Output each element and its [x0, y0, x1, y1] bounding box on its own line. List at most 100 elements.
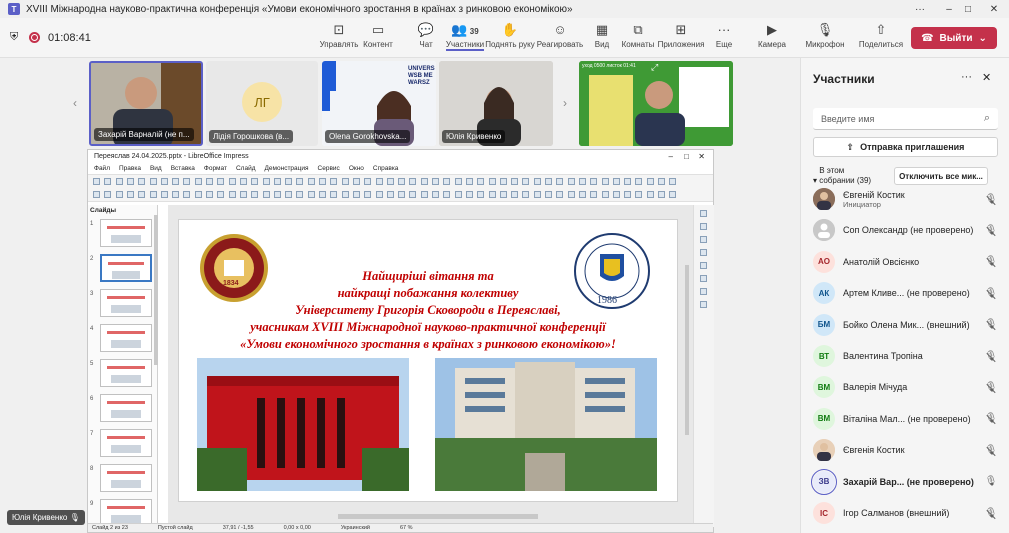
lo-maximize-icon[interactable]: □	[684, 152, 689, 161]
lo-tool-icon[interactable]	[545, 178, 552, 185]
mute-all-button[interactable]: Отключить все мик...	[894, 167, 988, 185]
lo-tool-icon[interactable]	[420, 191, 428, 198]
lo-tool-icon[interactable]	[206, 178, 213, 185]
lo-tool-icon[interactable]	[93, 191, 100, 198]
lo-tool-icon[interactable]	[273, 178, 281, 185]
slides-scrollbar[interactable]	[154, 215, 158, 365]
lo-tool-icon[interactable]	[194, 191, 202, 198]
participant-row[interactable]: АО Анатолій Овсієнко 🎙	[813, 250, 998, 274]
toolbar-mic-muted-button[interactable]: 🎙 Микрофон	[805, 22, 845, 49]
lo-tool-icon[interactable]	[375, 178, 383, 185]
toolbar-people-button[interactable]: 👥 39 Участники	[445, 22, 485, 51]
lo-menu-item[interactable]: Сервис	[318, 165, 340, 172]
lo-side-tool-icon[interactable]	[700, 262, 707, 269]
lo-tool-icon[interactable]	[104, 191, 112, 198]
lo-tool-icon[interactable]	[149, 178, 157, 185]
lo-tool-icon[interactable]	[612, 191, 620, 198]
lo-tool-icon[interactable]	[296, 191, 304, 198]
lo-side-tool-icon[interactable]	[700, 210, 707, 217]
lo-tool-icon[interactable]	[465, 191, 473, 198]
toolbar-rooms-button[interactable]: ⧉ Комнаты	[618, 22, 658, 49]
lo-tool-icon[interactable]	[228, 178, 236, 185]
video-tile[interactable]: Юлія Кривенко	[439, 61, 553, 146]
leave-button[interactable]: ☎ Выйти ⌄	[911, 27, 997, 49]
more-options-icon[interactable]: ···	[961, 71, 972, 83]
horizontal-scrollbar[interactable]	[338, 514, 538, 519]
participant-row[interactable]: Євгенія Костик 🎙	[813, 438, 998, 462]
lo-tool-icon[interactable]	[138, 178, 146, 185]
next-arrow-icon[interactable]: ›	[563, 96, 567, 110]
toolbar-hand-button[interactable]: ✋ Поднять руку	[485, 22, 534, 49]
toolbar-camera-button[interactable]: ▶ Камера	[752, 22, 792, 49]
lo-tool-icon[interactable]	[172, 191, 180, 198]
lo-tool-icon[interactable]	[567, 191, 575, 198]
participant-row[interactable]: ВМ Валерія Мічуда 🎙	[813, 375, 998, 399]
participant-row[interactable]: ЗВ Захарій Вар... (не проверено) 🎙	[811, 468, 998, 495]
invite-button[interactable]: ⇪ Отправка приглашения	[813, 137, 998, 157]
lo-tool-icon[interactable]	[364, 191, 372, 198]
search-input[interactable]: Введите имя ⌕	[813, 108, 998, 130]
lo-tool-icon[interactable]	[217, 191, 225, 198]
lo-tool-icon[interactable]	[590, 178, 598, 185]
lo-tool-icon[interactable]	[228, 191, 236, 198]
lo-menu-item[interactable]: Демонстрация	[265, 165, 309, 172]
lo-tool-icon[interactable]	[511, 191, 519, 198]
lo-tool-icon[interactable]	[409, 191, 417, 198]
participant-row[interactable]: ВМ Віталіна Мал... (не проверено) 🎙	[813, 407, 998, 431]
lo-tool-icon[interactable]	[624, 178, 632, 185]
lo-tool-icon[interactable]	[183, 178, 191, 185]
lo-tool-icon[interactable]	[217, 178, 225, 185]
lo-menu-item[interactable]: Вид	[150, 165, 162, 172]
slide-thumbnail[interactable]	[100, 289, 152, 317]
participant-row[interactable]: ВТ Валентина Тропіна 🎙	[813, 344, 998, 368]
section-header[interactable]: ▾ В этом собрании (39)	[813, 166, 879, 186]
toolbar-apps-button[interactable]: ⊞ Приложения	[658, 22, 705, 49]
lo-tool-icon[interactable]	[251, 191, 259, 198]
slide-thumbnail[interactable]	[100, 324, 152, 352]
lo-tool-icon[interactable]	[115, 178, 123, 185]
lo-tool-icon[interactable]	[432, 191, 439, 198]
lo-tool-icon[interactable]	[330, 191, 338, 198]
lo-tool-icon[interactable]	[262, 191, 270, 198]
close-icon[interactable]: ✕	[979, 0, 1009, 18]
lo-tool-icon[interactable]	[341, 178, 349, 185]
lo-tool-icon[interactable]	[578, 191, 586, 198]
lo-tool-icon[interactable]	[488, 178, 496, 185]
prev-arrow-icon[interactable]: ‹	[73, 96, 77, 110]
lo-tool-icon[interactable]	[601, 178, 609, 185]
lo-tool-icon[interactable]	[545, 191, 552, 198]
toolbar-smile-button[interactable]: ☺ Реагировать	[537, 22, 583, 49]
lo-tool-icon[interactable]	[658, 191, 665, 198]
lo-tool-icon[interactable]	[658, 178, 665, 185]
lo-tool-icon[interactable]	[239, 178, 247, 185]
participant-row[interactable]: Євгеній Костик Инициатор 🎙	[813, 187, 998, 211]
lo-tool-icon[interactable]	[465, 178, 473, 185]
lo-tool-icon[interactable]	[522, 191, 530, 198]
lo-tool-icon[interactable]	[239, 191, 247, 198]
lo-tool-icon[interactable]	[352, 178, 360, 185]
participant-row[interactable]: БМ Бойко Олена Мик... (внешний) 🎙	[813, 313, 998, 337]
lo-tool-icon[interactable]	[319, 191, 326, 198]
lo-tool-icon[interactable]	[669, 191, 677, 198]
lo-tool-icon[interactable]	[409, 178, 417, 185]
chevron-down-icon[interactable]: ⌄	[979, 33, 987, 44]
lo-tool-icon[interactable]	[556, 178, 564, 185]
lo-menu-item[interactable]: Слайд	[236, 165, 256, 172]
lo-tool-icon[interactable]	[669, 178, 677, 185]
lo-tool-icon[interactable]	[454, 191, 462, 198]
toolbar-share-content-button[interactable]: ▭ Контент	[358, 22, 398, 49]
lo-tool-icon[interactable]	[432, 178, 439, 185]
lo-tool-icon[interactable]	[624, 191, 632, 198]
lo-tool-icon[interactable]	[635, 178, 643, 185]
lo-tool-icon[interactable]	[601, 191, 609, 198]
lo-tool-icon[interactable]	[612, 178, 620, 185]
lo-tool-icon[interactable]	[352, 191, 360, 198]
lo-tool-icon[interactable]	[273, 191, 281, 198]
participant-row[interactable]: АК Артем Кливе... (не проверено) 🎙	[813, 281, 998, 305]
toolbar-manage-button[interactable]: ⊡ Управлять	[319, 22, 359, 49]
close-panel-icon[interactable]: ✕	[982, 71, 991, 84]
lo-tool-icon[interactable]	[126, 191, 134, 198]
video-tile[interactable]: ЛГ Лідія Горошкова (в...	[206, 61, 318, 146]
lo-tool-icon[interactable]	[443, 178, 451, 185]
lo-tool-icon[interactable]	[126, 178, 134, 185]
